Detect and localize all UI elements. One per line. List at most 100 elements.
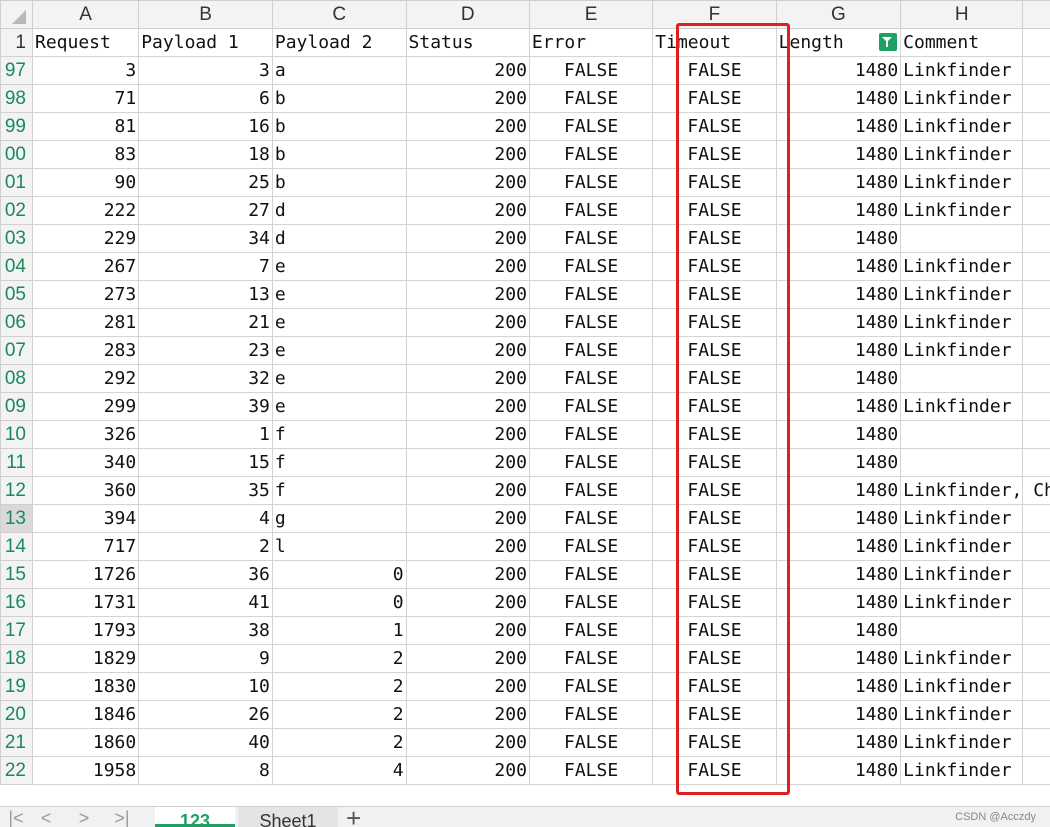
cell-a[interactable]: 292 <box>32 365 138 393</box>
cell-d[interactable]: 200 <box>406 197 529 225</box>
cell-e[interactable]: FALSE <box>529 757 652 785</box>
cell-a[interactable]: 1860 <box>32 729 138 757</box>
cell-i[interactable] <box>1023 57 1050 85</box>
cell-h[interactable]: Linkfinder <box>901 197 1023 225</box>
cell-d[interactable]: 200 <box>406 253 529 281</box>
cell-h[interactable] <box>901 225 1023 253</box>
cell-e[interactable]: FALSE <box>529 673 652 701</box>
cell-c[interactable]: 0 <box>272 589 406 617</box>
cell-c[interactable]: b <box>272 85 406 113</box>
cell-c[interactable]: l <box>272 533 406 561</box>
row-number[interactable]: 21 <box>1 729 33 757</box>
cell-e[interactable]: FALSE <box>529 393 652 421</box>
cell-i[interactable] <box>1023 85 1050 113</box>
cell-d[interactable]: 200 <box>406 85 529 113</box>
row-number[interactable]: 18 <box>1 645 33 673</box>
cell-f[interactable]: FALSE <box>653 701 776 729</box>
cell-b[interactable]: 7 <box>139 253 273 281</box>
cell-e[interactable]: FALSE <box>529 309 652 337</box>
cell-g[interactable]: 1480 <box>776 197 901 225</box>
cell-i[interactable] <box>1023 533 1050 561</box>
column-header-e[interactable]: E <box>529 1 652 29</box>
cell-i[interactable] <box>1023 505 1050 533</box>
cell-d[interactable]: 200 <box>406 505 529 533</box>
cell-b[interactable]: 13 <box>139 281 273 309</box>
cell-b[interactable]: 4 <box>139 505 273 533</box>
column-header-d[interactable]: D <box>406 1 529 29</box>
cell-b[interactable]: 15 <box>139 449 273 477</box>
cell-a[interactable]: 1846 <box>32 701 138 729</box>
cell-e[interactable]: FALSE <box>529 421 652 449</box>
cell-c[interactable]: 4 <box>272 757 406 785</box>
cell-a[interactable]: 394 <box>32 505 138 533</box>
cell-h[interactable] <box>901 421 1023 449</box>
cell-d[interactable]: 200 <box>406 57 529 85</box>
row-number[interactable]: 09 <box>1 393 33 421</box>
cell-b[interactable]: 16 <box>139 113 273 141</box>
cell-h[interactable]: Linkfinder <box>901 701 1023 729</box>
row-number[interactable]: 08 <box>1 365 33 393</box>
cell-e[interactable]: FALSE <box>529 533 652 561</box>
cell-h[interactable]: Linkfinder <box>901 757 1023 785</box>
cell-c[interactable]: b <box>272 169 406 197</box>
cell-b[interactable]: 25 <box>139 169 273 197</box>
cell-a[interactable]: 299 <box>32 393 138 421</box>
column-header-g[interactable]: G <box>776 1 901 29</box>
cell-c[interactable]: b <box>272 141 406 169</box>
cell-c[interactable]: 2 <box>272 729 406 757</box>
header-cell-c[interactable]: Payload 2 <box>272 29 406 57</box>
cell-d[interactable]: 200 <box>406 757 529 785</box>
cell-b[interactable]: 41 <box>139 589 273 617</box>
cell-d[interactable]: 200 <box>406 645 529 673</box>
cell-e[interactable]: FALSE <box>529 645 652 673</box>
cell-g[interactable]: 1480 <box>776 141 901 169</box>
cell-a[interactable]: 83 <box>32 141 138 169</box>
cell-d[interactable]: 200 <box>406 169 529 197</box>
cell-b[interactable]: 18 <box>139 141 273 169</box>
cell-e[interactable]: FALSE <box>529 57 652 85</box>
cell-g[interactable]: 1480 <box>776 281 901 309</box>
cell-a[interactable]: 281 <box>32 309 138 337</box>
cell-f[interactable]: FALSE <box>653 57 776 85</box>
row-number[interactable]: 19 <box>1 673 33 701</box>
cell-f[interactable]: FALSE <box>653 421 776 449</box>
cell-a[interactable]: 326 <box>32 421 138 449</box>
cell-e[interactable]: FALSE <box>529 225 652 253</box>
cell-b[interactable]: 26 <box>139 701 273 729</box>
cell-h[interactable]: Linkfinder <box>901 281 1023 309</box>
cell-c[interactable]: e <box>272 281 406 309</box>
row-number[interactable]: 03 <box>1 225 33 253</box>
cell-a[interactable]: 273 <box>32 281 138 309</box>
cell-f[interactable]: FALSE <box>653 673 776 701</box>
cell-f[interactable]: FALSE <box>653 309 776 337</box>
tab-sheet1[interactable]: Sheet1 <box>238 807 338 827</box>
row-number[interactable]: 14 <box>1 533 33 561</box>
cell-f[interactable]: FALSE <box>653 729 776 757</box>
header-cell-d[interactable]: Status <box>406 29 529 57</box>
cell-e[interactable]: FALSE <box>529 449 652 477</box>
cell-h[interactable]: Linkfinder <box>901 169 1023 197</box>
cell-c[interactable]: e <box>272 253 406 281</box>
cell-c[interactable]: e <box>272 393 406 421</box>
cell-b[interactable]: 23 <box>139 337 273 365</box>
cell-b[interactable]: 32 <box>139 365 273 393</box>
cell-i[interactable] <box>1023 113 1050 141</box>
cell-g[interactable]: 1480 <box>776 477 901 505</box>
cell-h[interactable]: Linkfinder <box>901 645 1023 673</box>
cell-g[interactable]: 1480 <box>776 617 901 645</box>
cell-h[interactable]: Linkfinder <box>901 57 1023 85</box>
cell-h[interactable]: Linkfinder <box>901 589 1023 617</box>
cell-d[interactable]: 200 <box>406 561 529 589</box>
cell-e[interactable]: FALSE <box>529 365 652 393</box>
cell-e[interactable]: FALSE <box>529 337 652 365</box>
cell-c[interactable]: 0 <box>272 561 406 589</box>
cell-c[interactable]: d <box>272 225 406 253</box>
cell-i[interactable] <box>1023 141 1050 169</box>
cell-f[interactable]: FALSE <box>653 757 776 785</box>
cell-a[interactable]: 229 <box>32 225 138 253</box>
cell-a[interactable]: 1829 <box>32 645 138 673</box>
first-sheet-icon[interactable]: |< <box>4 807 28 827</box>
cell-d[interactable]: 200 <box>406 729 529 757</box>
cell-b[interactable]: 27 <box>139 197 273 225</box>
cell-a[interactable]: 340 <box>32 449 138 477</box>
